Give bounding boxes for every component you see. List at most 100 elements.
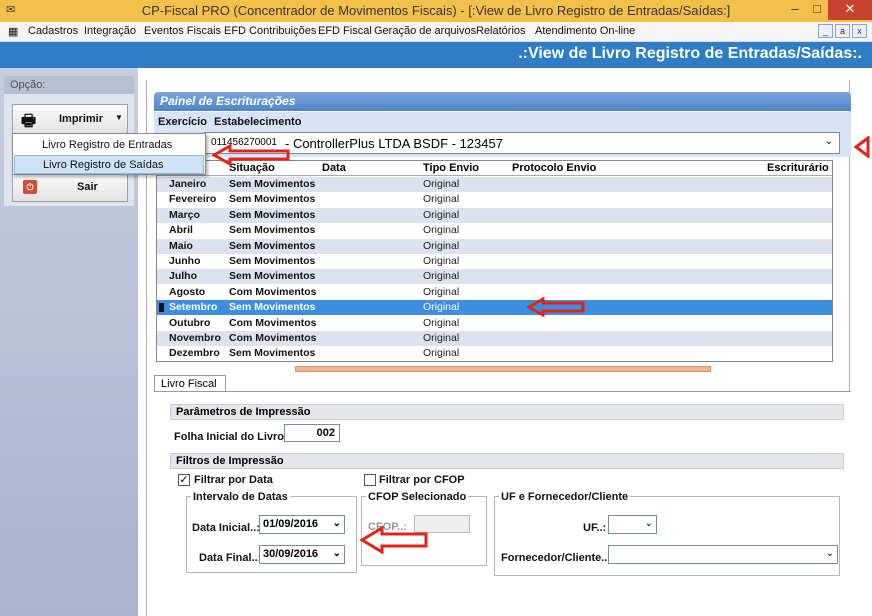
mdi-close-button[interactable]: x (852, 24, 867, 38)
maximize-button[interactable]: □ (806, 0, 828, 20)
table-row[interactable]: Abril Sem Movimentos Original (157, 223, 832, 238)
menu-cadastros[interactable]: Cadastros (28, 25, 78, 37)
cfop-title: CFOP Selecionado (366, 491, 469, 503)
row-situacao: Com Movimentos (229, 332, 317, 344)
table-row[interactable]: Fevereiro Sem Movimentos Original (157, 192, 832, 207)
menu-relatorios[interactable]: Relatórios (476, 25, 526, 37)
row-month: Novembro (169, 332, 221, 344)
table-row[interactable]: Julho Sem Movimentos Original (157, 269, 832, 285)
chevron-down-icon: ⌄ (644, 518, 653, 529)
exit-button[interactable]: ⏻ Sair (12, 172, 128, 202)
tab-page: Parâmetros de Impressão Folha Inicial do… (154, 391, 851, 616)
view-header: .:View de Livro Registro de Entradas/Saí… (0, 42, 872, 68)
filtrar-data-label: Filtrar por Data (194, 474, 273, 486)
annotation-arrow-grid (527, 297, 585, 317)
row-month: Abril (169, 224, 193, 237)
menu-bar: ▦ Cadastros Integração Eventos Fiscais E… (0, 22, 872, 42)
row-tipo-envio: Original (423, 208, 460, 221)
chevron-down-icon: ⌄ (332, 548, 341, 559)
data-inicial-value: 01/09/2016 (263, 518, 319, 530)
menu-atendimento[interactable]: Atendimento On-line (535, 25, 635, 37)
row-month: Agosto (169, 285, 206, 298)
uf-fornecedor-group: UF e Fornecedor/Cliente UF..: ⌄ Forneced… (494, 491, 840, 576)
folha-input[interactable]: 002 (284, 424, 340, 442)
filters-section-title: Filtros de Impressão (170, 453, 844, 469)
annotation-arrow-right (853, 136, 870, 158)
window-title: CP-Fiscal PRO (Concentrador de Movimento… (141, 3, 731, 18)
menu-livro-saidas[interactable]: Livro Registro de Saídas (14, 155, 204, 174)
annotation-arrow-dates (360, 526, 428, 554)
title-bar: ✉ CP-Fiscal PRO (Concentrador de Movimen… (0, 0, 872, 22)
opcao-label: Opção: (4, 76, 134, 94)
table-row[interactable]: Agosto Com Movimentos Original (157, 285, 832, 300)
mdi-restore-button[interactable]: a (835, 24, 850, 38)
row-month: Junho (169, 255, 201, 267)
menu-app-icon: ▦ (8, 26, 19, 38)
uf-select[interactable]: ⌄ (608, 515, 657, 534)
row-situacao: Sem Movimentos (229, 178, 316, 190)
splitter-handle[interactable] (295, 366, 711, 372)
row-month: Janeiro (169, 178, 207, 190)
menu-livro-entradas[interactable]: Livro Registro de Entradas (14, 136, 204, 155)
tab-livro-fiscal[interactable]: Livro Fiscal (154, 375, 226, 392)
row-month: Maio (169, 239, 193, 252)
row-situacao: Sem Movimentos (229, 270, 316, 283)
menu-integracao[interactable]: Integração (84, 25, 136, 37)
filtrar-data-checkbox[interactable]: ✓ (178, 474, 190, 486)
data-final-value: 30/09/2016 (263, 548, 319, 560)
row-situacao: Sem Movimentos (229, 239, 316, 252)
col-protocolo: Protocolo Envio (512, 162, 597, 174)
uf-label: UF..: (583, 522, 607, 534)
print-button[interactable]: 🖶 Imprimir ▼ (12, 104, 128, 134)
row-situacao: Sem Movimentos (229, 347, 316, 360)
power-icon: ⏻ (23, 180, 37, 194)
table-row[interactable]: Junho Sem Movimentos Original (157, 254, 832, 269)
estabelecimento-select[interactable]: 011456270001 - ControllerPlus LTDA BSDF … (204, 132, 840, 154)
row-month: Julho (169, 270, 197, 283)
row-tipo-envio: Original (423, 224, 460, 237)
table-row[interactable]: Março Sem Movimentos Original (157, 207, 832, 223)
minimize-button[interactable]: – (784, 0, 806, 20)
row-indicator-icon (159, 303, 164, 313)
table-row[interactable]: Novembro Com Movimentos Original (157, 331, 832, 346)
print-menu: Livro Registro de Entradas Livro Registr… (12, 133, 206, 175)
chevron-down-icon: ⌄ (824, 136, 833, 147)
data-inicial-input[interactable]: 01/09/2016 ⌄ (259, 515, 345, 534)
row-situacao: Sem Movimentos (229, 208, 316, 221)
col-escriturario: Escriturário (767, 162, 829, 174)
table-row[interactable]: Outubro Com Movimentos Original (157, 316, 832, 331)
row-month: Dezembro (169, 347, 220, 360)
print-button-label: Imprimir (59, 113, 104, 125)
col-tipo-envio: Tipo Envio (423, 162, 480, 174)
table-row[interactable]: Janeiro Sem Movimentos Original (157, 177, 832, 192)
fornecedor-select[interactable]: ⌄ (608, 545, 838, 564)
row-tipo-envio: Original (423, 347, 460, 360)
data-inicial-label: Data Inicial..: (192, 522, 260, 534)
annotation-arrow-left (212, 144, 290, 166)
menu-geracao-arquivos[interactable]: Geração de arquivos (374, 25, 476, 37)
panel-title: Painel de Escriturações (154, 92, 851, 111)
folha-label: Folha Inicial do Livro..: (174, 431, 294, 443)
row-tipo-envio: Original (423, 332, 460, 344)
menu-efd-contribuicoes[interactable]: EFD Contribuições (224, 25, 316, 37)
months-grid[interactable]: Situação Data Tipo Envio Protocolo Envio… (156, 160, 833, 362)
table-row[interactable]: Dezembro Sem Movimentos Original (157, 346, 832, 361)
close-button[interactable]: ✕ (828, 0, 872, 20)
row-tipo-envio: Original (423, 255, 460, 267)
row-month: Março (169, 208, 200, 221)
data-final-input[interactable]: 30/09/2016 ⌄ (259, 545, 345, 564)
uf-fornecedor-title: UF e Fornecedor/Cliente (499, 491, 631, 503)
menu-eventos-fiscais[interactable]: Eventos Fiscais (144, 25, 221, 37)
row-tipo-envio: Original (423, 285, 460, 298)
chevron-down-icon: ⌄ (332, 518, 341, 529)
exercicio-label: Exercício (158, 116, 207, 128)
filtrar-cfop-checkbox[interactable] (364, 474, 376, 486)
view-title: .:View de Livro Registro de Entradas/Saí… (518, 45, 862, 62)
estab-name: - ControllerPlus LTDA BSDF - 123457 (285, 136, 503, 151)
filtrar-cfop-label: Filtrar por CFOP (379, 474, 465, 486)
table-row[interactable]: Setembro Sem Movimentos Original (157, 300, 832, 316)
mdi-minimize-button[interactable]: _ (818, 24, 833, 38)
table-row[interactable]: Maio Sem Movimentos Original (157, 238, 832, 254)
estabelecimento-label: Estabelecimento (214, 116, 302, 128)
menu-efd-fiscal[interactable]: EFD Fiscal (318, 25, 372, 37)
